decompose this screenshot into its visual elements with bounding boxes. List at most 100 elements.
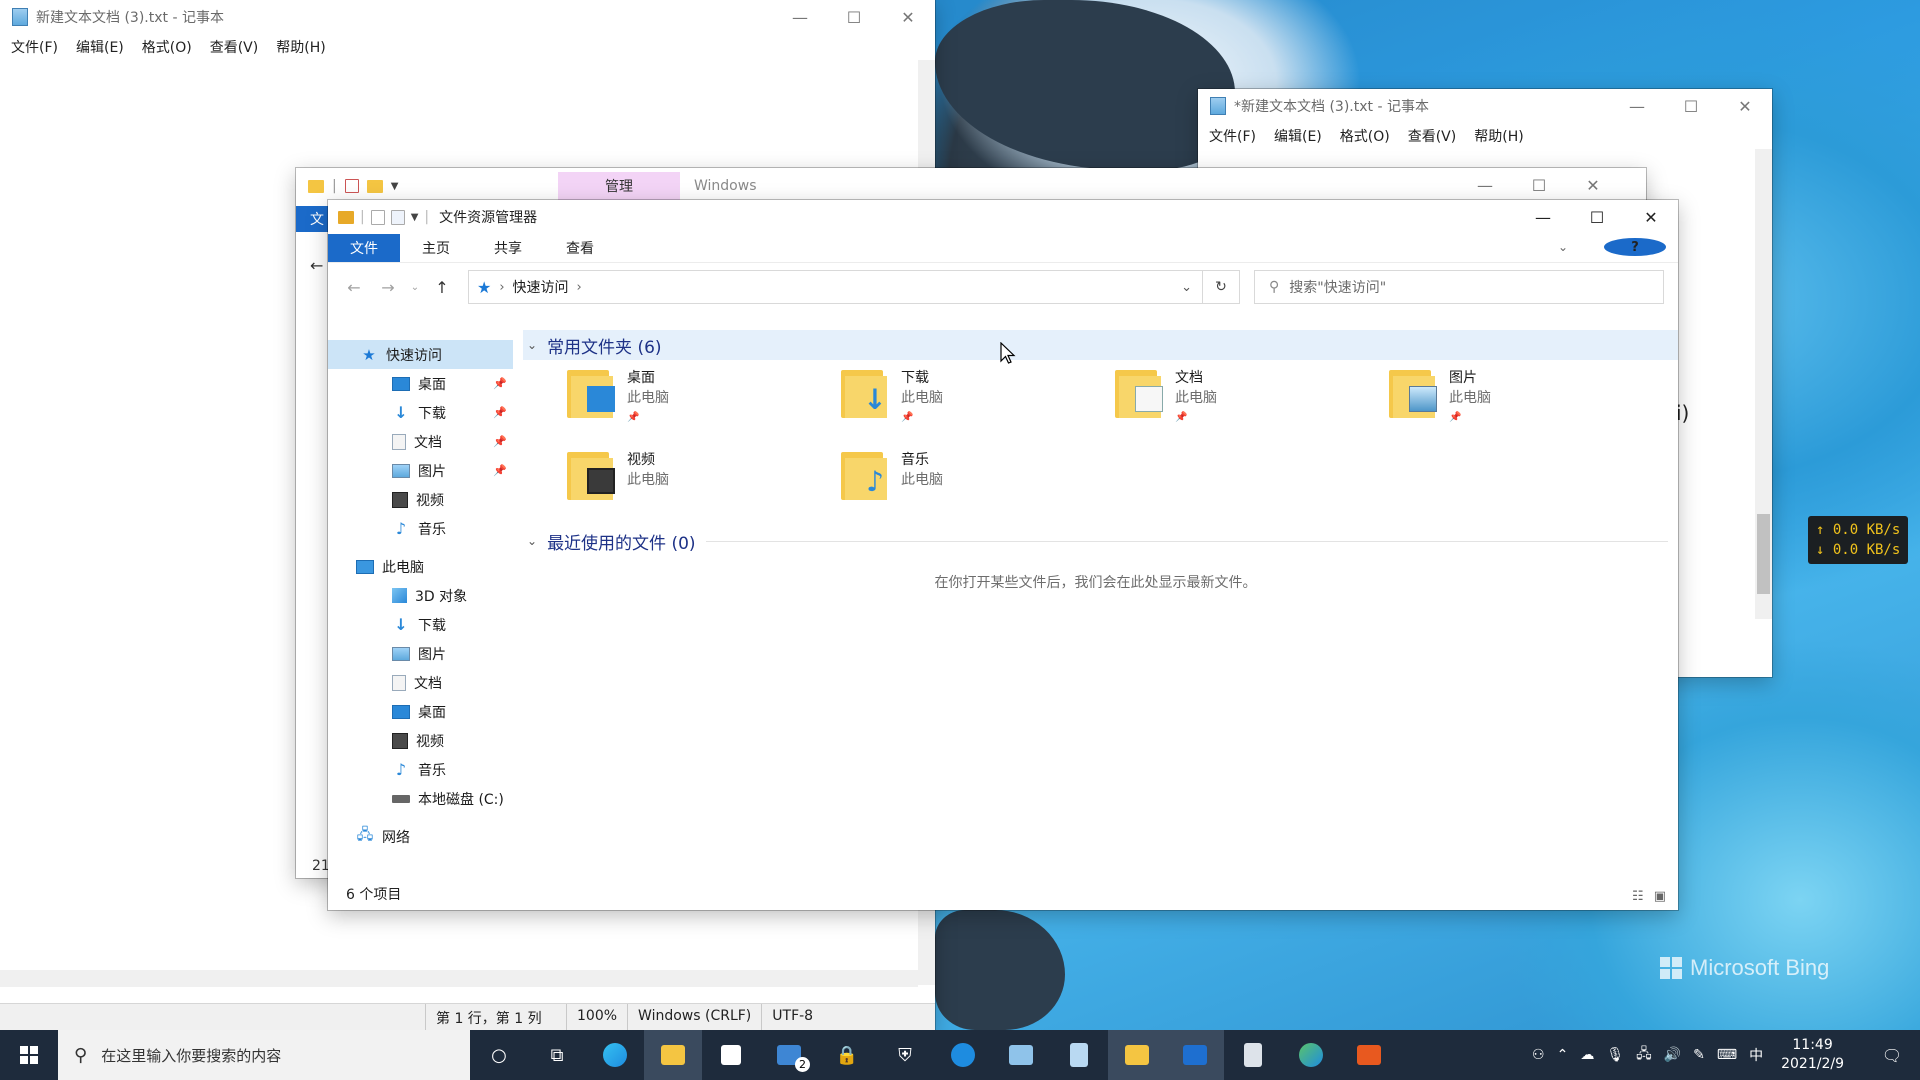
collapse-chevron-icon[interactable]: ⌄	[527, 338, 537, 352]
folder-tile-desktop[interactable]: 桌面 此电脑 📌	[567, 366, 841, 440]
menu-format[interactable]: 格式(O)	[1331, 126, 1399, 146]
network-tray-icon[interactable]: 🖧	[1636, 1043, 1652, 1067]
title-bar[interactable]: | ▼ | 文件资源管理器 — ☐ ✕	[328, 200, 1678, 234]
nav-item-videos[interactable]: 视频	[328, 726, 513, 755]
menu-help[interactable]: 帮助(H)	[1465, 126, 1532, 146]
edge-beta-icon[interactable]	[1282, 1030, 1340, 1080]
address-dropdown-icon[interactable]: ⌄	[1181, 280, 1192, 295]
file-explorer-taskbar-icon[interactable]	[644, 1030, 702, 1080]
group-header-frequent[interactable]: ⌄ 常用文件夹 (6)	[523, 330, 1678, 360]
large-icons-view-icon[interactable]: ▣	[1654, 889, 1666, 904]
folder-tile-music[interactable]: ♪ 音乐 此电脑	[841, 448, 1115, 522]
nav-item-documents[interactable]: 文档	[328, 668, 513, 697]
powerpoint-icon[interactable]	[1340, 1030, 1398, 1080]
notification-center-icon[interactable]: 🗨	[1872, 1046, 1912, 1065]
nav-item-downloads[interactable]: ↓ 下载	[328, 610, 513, 639]
search-input[interactable]: ⚲ 搜索"快速访问"	[1254, 270, 1664, 304]
microphone-icon[interactable]: 🎙	[1606, 1047, 1624, 1063]
bluetooth-icon[interactable]	[934, 1030, 992, 1080]
folder-tile-documents[interactable]: 文档 此电脑 📌	[1115, 366, 1389, 440]
menu-file[interactable]: 文件(F)	[1200, 126, 1265, 146]
minimize-button[interactable]: —	[773, 0, 827, 34]
close-button[interactable]: ✕	[1624, 200, 1678, 234]
folder-tile-downloads[interactable]: ↓ 下载 此电脑 📌	[841, 366, 1115, 440]
menu-file[interactable]: 文件(F)	[2, 37, 67, 57]
nav-item-local-disk[interactable]: 本地磁盘 (C:)	[328, 784, 513, 813]
minimize-button[interactable]: —	[1458, 168, 1512, 202]
input-method-indicator[interactable]: 中	[1749, 1045, 1763, 1065]
up-button[interactable]: ↑	[430, 278, 454, 297]
file-explorer-window[interactable]: | ▼ | 文件资源管理器 — ☐ ✕ 文件 主页 共享 查看 ⌄ ? ← → …	[328, 200, 1678, 910]
nav-item-videos[interactable]: 视频	[328, 485, 513, 514]
task-view-icon[interactable]: ⧉	[528, 1030, 586, 1080]
menu-format[interactable]: 格式(O)	[133, 37, 201, 57]
nav-item-music[interactable]: ♪ 音乐	[328, 514, 513, 543]
maximize-button[interactable]: ☐	[1664, 89, 1718, 123]
horizontal-scrollbar[interactable]	[0, 970, 918, 987]
back-arrow-icon[interactable]: ←	[310, 256, 323, 275]
back-button[interactable]: ←	[342, 278, 366, 297]
menu-view[interactable]: 查看(V)	[1399, 126, 1466, 146]
title-bar[interactable]: *新建文本文档 (3).txt - 记事本 — ☐ ✕	[1198, 89, 1772, 123]
close-button[interactable]: ✕	[881, 0, 935, 34]
tab-home[interactable]: 主页	[400, 234, 472, 262]
file-explorer-window-taskbar-icon[interactable]	[1108, 1030, 1166, 1080]
remote-desktop-icon[interactable]	[992, 1030, 1050, 1080]
expand-ribbon-icon[interactable]: ⌄	[1536, 240, 1590, 254]
folder-tile-pictures[interactable]: 图片 此电脑 📌	[1389, 366, 1663, 440]
nav-item-desktop[interactable]: 桌面	[328, 697, 513, 726]
nav-item-downloads[interactable]: ↓ 下载 📌	[328, 398, 513, 427]
volume-icon[interactable]: 🔊	[1664, 1047, 1681, 1063]
document-app-icon[interactable]	[1224, 1030, 1282, 1080]
scroll-thumb[interactable]	[1757, 514, 1770, 594]
customize-dropdown-icon[interactable]: ▼	[411, 212, 419, 223]
nav-item-3d-objects[interactable]: 3D 对象	[328, 581, 513, 610]
refresh-button[interactable]: ↻	[1202, 270, 1240, 304]
group-header-recent[interactable]: ⌄ 最近使用的文件 (0)	[523, 526, 1678, 556]
onedrive-icon[interactable]: ☁	[1580, 1047, 1594, 1063]
maximize-button[interactable]: ☐	[1512, 168, 1566, 202]
show-hidden-icons-chevron-icon[interactable]: ⌃	[1557, 1047, 1569, 1063]
outlook-icon[interactable]	[1166, 1030, 1224, 1080]
clock[interactable]: 11:49 2021/2/9	[1781, 1036, 1844, 1074]
vertical-scrollbar[interactable]	[1755, 149, 1772, 619]
start-button[interactable]	[0, 1030, 58, 1080]
menu-edit[interactable]: 编辑(E)	[67, 37, 133, 57]
tab-file[interactable]: 文件	[328, 234, 400, 262]
close-button[interactable]: ✕	[1718, 89, 1772, 123]
collapse-chevron-icon[interactable]: ⌄	[527, 534, 537, 548]
nav-item-pictures[interactable]: 图片	[328, 639, 513, 668]
help-icon[interactable]: ?	[1604, 238, 1666, 256]
text-content[interactable]: i)	[1676, 401, 1689, 425]
details-view-icon[interactable]: ☷	[1632, 889, 1644, 904]
keyboard-icon[interactable]: ⌨	[1717, 1047, 1737, 1063]
minimize-button[interactable]: —	[1610, 89, 1664, 123]
nav-item-desktop[interactable]: 桌面 📌	[328, 369, 513, 398]
notepad-taskbar-icon[interactable]	[1050, 1030, 1108, 1080]
file-tab-ghost[interactable]: 文	[296, 206, 328, 232]
mail-icon[interactable]: 2	[760, 1030, 818, 1080]
new-folder-icon[interactable]	[390, 209, 405, 225]
nav-this-pc[interactable]: 此电脑	[328, 552, 513, 581]
address-bar[interactable]: ★ › 快速访问 › ⌄	[468, 270, 1203, 304]
recent-locations-icon[interactable]: ⌄	[410, 282, 420, 293]
properties-icon[interactable]	[370, 209, 385, 225]
security-shield-icon[interactable]: ⛨	[876, 1030, 934, 1080]
cortana-icon[interactable]: ○	[470, 1030, 528, 1080]
nav-network[interactable]: 🖧 网络	[328, 822, 513, 851]
people-icon[interactable]: ⚇	[1532, 1047, 1545, 1063]
minimize-button[interactable]: —	[1516, 200, 1570, 234]
maximize-button[interactable]: ☐	[827, 0, 881, 34]
new-folder-icon[interactable]	[366, 179, 383, 193]
forward-button[interactable]: →	[376, 278, 400, 297]
pen-icon[interactable]: ✎	[1693, 1047, 1705, 1063]
maximize-button[interactable]: ☐	[1570, 200, 1624, 234]
store-icon[interactable]	[702, 1030, 760, 1080]
properties-icon[interactable]	[344, 179, 359, 193]
menu-view[interactable]: 查看(V)	[201, 37, 268, 57]
breadcrumb-chevron-icon[interactable]: ›	[577, 280, 582, 295]
menu-help[interactable]: 帮助(H)	[267, 37, 334, 57]
close-button[interactable]: ✕	[1566, 168, 1620, 202]
title-bar[interactable]: 新建文本文档 (3).txt - 记事本 — ☐ ✕	[0, 0, 935, 34]
lock-icon[interactable]: 🔒	[818, 1030, 876, 1080]
